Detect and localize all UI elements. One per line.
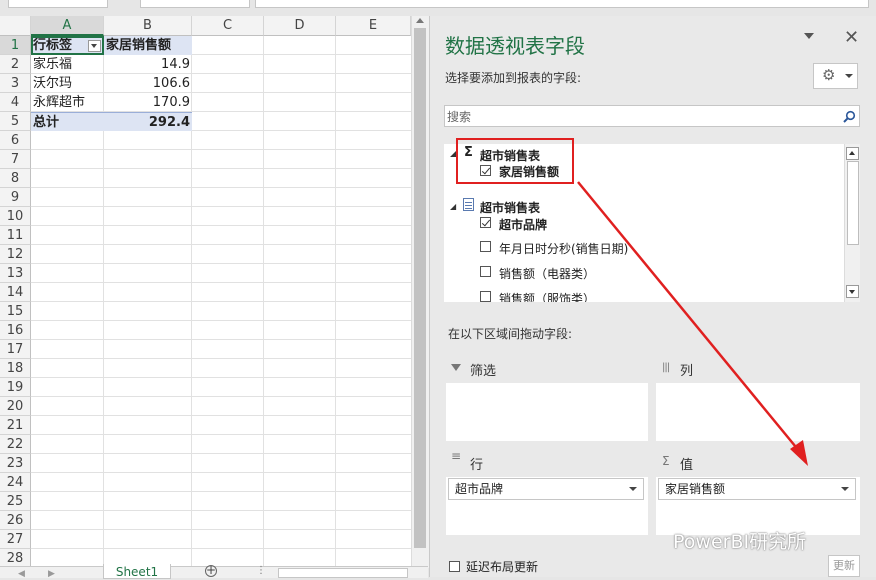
annotation-arrow [577,181,808,466]
